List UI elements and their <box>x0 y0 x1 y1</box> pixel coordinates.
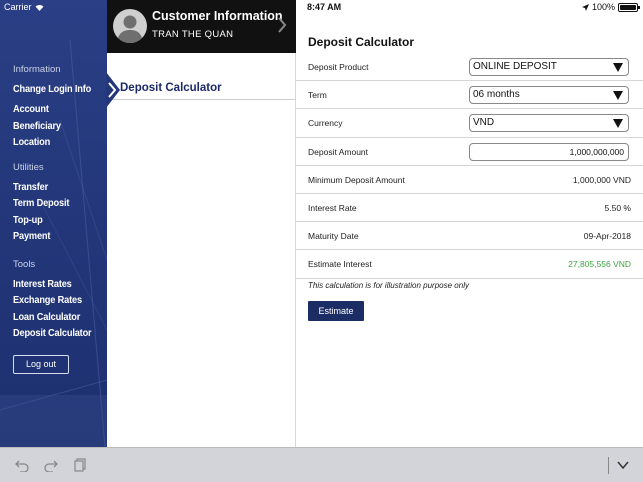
submenu-panel: Deposit Calculator <box>106 53 296 447</box>
battery-percent: 100% <box>591 2 615 12</box>
group-title-tools: Tools <box>13 259 36 270</box>
submenu-item-deposit-calculator[interactable]: Deposit Calculator <box>106 72 296 108</box>
chevron-right-icon <box>278 17 287 33</box>
row-interest-rate: Interest Rate 5.50 % <box>296 194 643 223</box>
currency-label: Currency <box>308 118 343 129</box>
sidebar-item-location[interactable]: Location <box>13 134 91 150</box>
deposit-amount-input[interactable] <box>469 142 629 161</box>
battery-icon <box>618 2 640 12</box>
sidebar-item-beneficiary[interactable]: Beneficiary <box>13 118 91 134</box>
battery-fill <box>620 4 636 10</box>
row-term: Term 06 months <box>296 81 643 110</box>
location-arrow-icon <box>581 3 589 11</box>
toolbar-divider <box>608 457 609 474</box>
illustration-note: This calculation is for illustration pur… <box>308 281 469 290</box>
row-estimate-interest: Estimate Interest 27,805,556 VND <box>296 250 643 279</box>
redo-icon[interactable] <box>44 458 58 472</box>
caret-down-icon <box>613 91 623 101</box>
term-value: 06 months <box>473 89 520 101</box>
sidebar-item-exchange-rates[interactable]: Exchange Rates <box>13 292 91 308</box>
estimate-interest-label: Estimate Interest <box>308 259 372 270</box>
row-currency: Currency VND <box>296 109 643 138</box>
sidebar-item-term-deposit[interactable]: Term Deposit <box>13 195 69 211</box>
maturity-date-label: Maturity Date <box>308 231 359 242</box>
menu-group-information: Information Change Login Info Account Be… <box>13 64 102 150</box>
currency-select[interactable]: VND <box>469 114 629 133</box>
status-time: 8:47 AM <box>307 2 342 12</box>
sidebar: Carrier Information Change Login Info Ac… <box>0 0 107 447</box>
sidebar-item-top-up[interactable]: Top-up <box>13 212 69 228</box>
customer-info-header[interactable]: Customer Information TRAN THE QUAN <box>107 0 296 53</box>
deposit-product-value: ONLINE DEPOSIT <box>473 61 557 72</box>
sidebar-item-deposit-calculator[interactable]: Deposit Calculator <box>13 325 92 341</box>
avatar <box>113 9 147 43</box>
term-label: Term <box>308 90 327 101</box>
sidebar-item-transfer[interactable]: Transfer <box>13 179 69 195</box>
sidebar-item-loan-calculator[interactable]: Loan Calculator <box>13 309 91 325</box>
deposit-calculator-form: Deposit Product ONLINE DEPOSIT Term 06 m… <box>296 53 643 279</box>
row-maturity-date: Maturity Date 09-Apr-2018 <box>296 222 643 251</box>
sidebar-item-payment[interactable]: Payment <box>13 228 69 244</box>
estimate-interest-value: 27,805,556 VND <box>568 259 631 270</box>
logout-button[interactable]: Log out <box>13 355 69 374</box>
carrier-label: Carrier <box>4 2 32 12</box>
minimum-deposit-label: Minimum Deposit Amount <box>308 174 405 185</box>
estimate-button[interactable]: Estimate <box>308 301 364 321</box>
term-select[interactable]: 06 months <box>469 86 629 105</box>
clipboard-icon[interactable] <box>73 458 87 472</box>
status-carrier: Carrier <box>4 2 44 12</box>
row-minimum-deposit: Minimum Deposit Amount 1,000,000 VND <box>296 166 643 194</box>
wifi-icon <box>35 4 43 11</box>
interest-rate-label: Interest Rate <box>308 202 357 213</box>
chevron-down-icon[interactable] <box>616 458 630 472</box>
caret-down-icon <box>613 63 623 72</box>
undo-icon[interactable] <box>15 458 29 472</box>
customer-info-title: Customer Information <box>152 9 283 23</box>
sidebar-item-change-login-info[interactable]: Change Login Info <box>13 81 91 97</box>
row-deposit-product: Deposit Product ONLINE DEPOSIT <box>296 53 643 82</box>
menu-group-utilities: Utilities Transfer Term Deposit Top-up P… <box>13 162 77 244</box>
maturity-date-value: 09-Apr-2018 <box>583 231 631 242</box>
page-title: Deposit Calculator <box>308 35 415 49</box>
deposit-amount-label: Deposit Amount <box>308 146 369 157</box>
menu-group-tools: Tools Interest Rates Exchange Rates Loan… <box>13 259 102 341</box>
sidebar-item-interest-rates[interactable]: Interest Rates <box>13 276 91 292</box>
deposit-product-label: Deposit Product <box>308 62 369 72</box>
row-deposit-amount: Deposit Amount <box>296 138 643 166</box>
bottom-toolbar <box>0 447 643 482</box>
user-silhouette-icon <box>117 15 143 43</box>
customer-name: TRAN THE QUAN <box>152 29 234 40</box>
caret-down-icon <box>613 119 623 129</box>
group-title-information: Information <box>13 64 61 75</box>
sidebar-item-account[interactable]: Account <box>13 101 91 117</box>
submenu-item-label: Deposit Calculator <box>120 82 222 94</box>
minimum-deposit-value: 1,000,000 VND <box>572 174 631 185</box>
status-battery: 100% <box>581 2 640 12</box>
deposit-product-select[interactable]: ONLINE DEPOSIT <box>469 58 629 76</box>
interest-rate-value: 5.50 % <box>604 202 631 213</box>
group-title-utilities: Utilities <box>13 162 44 173</box>
currency-value: VND <box>473 117 495 129</box>
